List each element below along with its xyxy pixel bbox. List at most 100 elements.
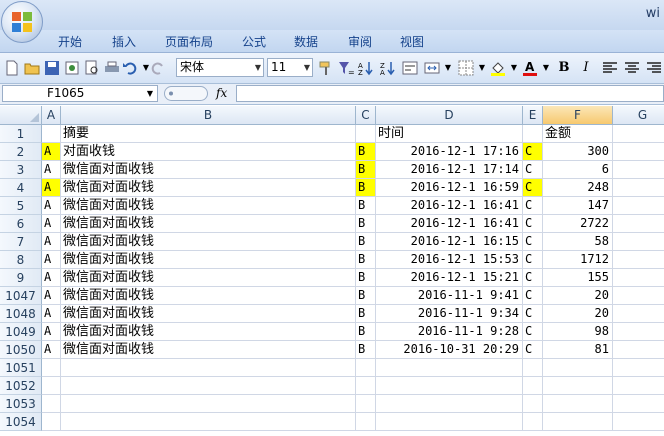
cell-b[interactable]: 微信面对面收钱 xyxy=(61,305,356,323)
cell-f[interactable]: 147 xyxy=(543,197,613,215)
cell-c[interactable]: B xyxy=(356,323,376,341)
row-header[interactable]: 1047 xyxy=(0,287,42,305)
cell-b[interactable]: 摘要 xyxy=(61,125,356,143)
cell-f[interactable]: 20 xyxy=(543,287,613,305)
row-header[interactable]: 1049 xyxy=(0,323,42,341)
borders-dropdown-icon[interactable]: ▼ xyxy=(474,59,490,77)
cell-d[interactable] xyxy=(376,413,523,431)
cell-a[interactable]: A xyxy=(42,197,61,215)
row-header[interactable]: 1050 xyxy=(0,341,42,359)
row-header[interactable]: 3 xyxy=(0,161,42,179)
cell-g[interactable] xyxy=(613,143,664,161)
cell-c[interactable] xyxy=(356,125,376,143)
cell-b[interactable]: 微信面对面收钱 xyxy=(61,179,356,197)
cell-f[interactable]: 20 xyxy=(543,305,613,323)
italic-button[interactable]: I xyxy=(578,59,594,77)
cell-g[interactable] xyxy=(613,161,664,179)
bold-button[interactable]: B xyxy=(556,59,572,77)
cell-c[interactable]: B xyxy=(356,179,376,197)
cell-g[interactable] xyxy=(613,215,664,233)
cell-b[interactable] xyxy=(61,359,356,377)
tab-view[interactable]: 视图 xyxy=(400,33,424,50)
cell-d[interactable]: 2016-12-1 16:59 xyxy=(376,179,523,197)
cell-c[interactable]: B xyxy=(356,197,376,215)
cell-e[interactable]: C xyxy=(523,341,543,359)
cell-g[interactable] xyxy=(613,359,664,377)
cell-g[interactable] xyxy=(613,323,664,341)
cell-d[interactable] xyxy=(376,377,523,395)
cell-c[interactable] xyxy=(356,395,376,413)
cell-g[interactable] xyxy=(613,251,664,269)
cell-e[interactable]: C xyxy=(523,287,543,305)
print-icon[interactable] xyxy=(104,60,120,76)
cell-a[interactable]: A xyxy=(42,251,61,269)
cell-d[interactable]: 时间 xyxy=(376,125,523,143)
row-header[interactable]: 8 xyxy=(0,251,42,269)
cell-b[interactable]: 微信面对面收钱 xyxy=(61,269,356,287)
column-header-f[interactable]: F xyxy=(543,106,613,125)
cell-g[interactable] xyxy=(613,233,664,251)
cell-e[interactable]: C xyxy=(523,323,543,341)
cell-g[interactable] xyxy=(613,179,664,197)
cell-f[interactable]: 248 xyxy=(543,179,613,197)
cell-c[interactable]: B xyxy=(356,287,376,305)
cell-g[interactable] xyxy=(613,197,664,215)
cell-c[interactable] xyxy=(356,413,376,431)
tab-data[interactable]: 数据 xyxy=(294,33,318,50)
merge-center-icon[interactable] xyxy=(424,60,440,76)
align-left-icon[interactable] xyxy=(602,60,618,76)
cell-b[interactable]: 微信面对面收钱 xyxy=(61,341,356,359)
name-box-dropdown-icon[interactable]: ▼ xyxy=(147,86,153,101)
row-header[interactable]: 5 xyxy=(0,197,42,215)
cell-a[interactable]: A xyxy=(42,287,61,305)
cell-g[interactable] xyxy=(613,287,664,305)
cell-e[interactable]: C xyxy=(523,215,543,233)
cell-e[interactable] xyxy=(523,413,543,431)
cell-g[interactable] xyxy=(613,413,664,431)
cell-b[interactable]: 微信面对面收钱 xyxy=(61,233,356,251)
column-header-c[interactable]: C xyxy=(356,106,376,125)
redo-icon[interactable] xyxy=(150,60,166,76)
font-size-combo[interactable]: 11 ▼ xyxy=(267,58,313,77)
new-file-icon[interactable] xyxy=(4,60,20,76)
cell-b[interactable]: 微信面对面收钱 xyxy=(61,287,356,305)
filter-icon[interactable]: = xyxy=(338,60,354,76)
cell-f[interactable]: 金额 xyxy=(543,125,613,143)
tab-insert[interactable]: 插入 xyxy=(112,33,136,50)
row-header[interactable]: 1053 xyxy=(0,395,42,413)
align-center-icon[interactable] xyxy=(624,60,640,76)
cell-c[interactable]: B xyxy=(356,161,376,179)
cell-d[interactable]: 2016-11-1 9:41 xyxy=(376,287,523,305)
formula-input[interactable] xyxy=(236,85,664,102)
borders-icon[interactable] xyxy=(458,60,474,76)
merge-dropdown-icon[interactable]: ▼ xyxy=(440,59,456,77)
cell-d[interactable]: 2016-11-1 9:28 xyxy=(376,323,523,341)
cell-c[interactable]: B xyxy=(356,215,376,233)
cell-d[interactable]: 2016-12-1 15:21 xyxy=(376,269,523,287)
open-folder-icon[interactable] xyxy=(24,60,40,76)
tab-formulas[interactable]: 公式 xyxy=(242,33,266,50)
row-header[interactable]: 1052 xyxy=(0,377,42,395)
cell-a[interactable] xyxy=(42,377,61,395)
column-header-a[interactable]: A xyxy=(42,106,61,125)
cell-a[interactable] xyxy=(42,395,61,413)
cell-a[interactable]: A xyxy=(42,161,61,179)
cell-c[interactable]: B xyxy=(356,143,376,161)
cell-d[interactable]: 2016-12-1 15:53 xyxy=(376,251,523,269)
cell-g[interactable] xyxy=(613,269,664,287)
cell-e[interactable]: C xyxy=(523,233,543,251)
fill-color-icon[interactable] xyxy=(490,60,506,76)
font-color-dropdown-icon[interactable]: ▼ xyxy=(538,59,554,77)
cell-f[interactable] xyxy=(543,395,613,413)
fill-color-dropdown-icon[interactable]: ▼ xyxy=(506,59,522,77)
cell-e[interactable]: C xyxy=(523,251,543,269)
permission-icon[interactable] xyxy=(64,60,80,76)
cell-b[interactable] xyxy=(61,395,356,413)
cell-f[interactable]: 1712 xyxy=(543,251,613,269)
cell-a[interactable] xyxy=(42,125,61,143)
row-header[interactable]: 4 xyxy=(0,179,42,197)
cell-d[interactable]: 2016-12-1 16:15 xyxy=(376,233,523,251)
align-right-icon[interactable] xyxy=(646,60,662,76)
cell-e[interactable]: C xyxy=(523,197,543,215)
cell-d[interactable]: 2016-12-1 16:41 xyxy=(376,197,523,215)
